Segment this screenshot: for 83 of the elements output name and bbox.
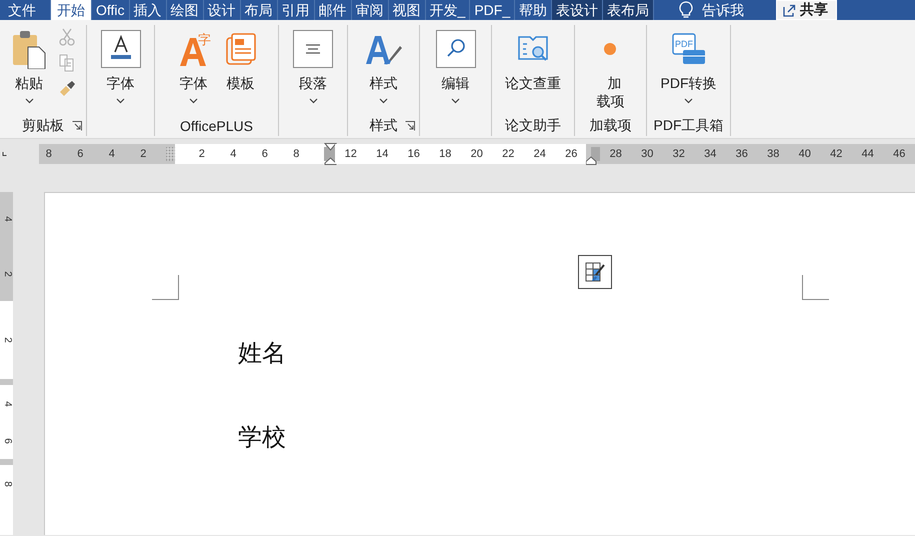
margin-corner-mark [802,275,829,300]
ruler-number: 22 [501,148,516,160]
share-icon [782,3,796,17]
chevron-down-icon [308,98,318,104]
ruler-number: 24 [532,148,547,160]
ribbon-button[interactable]: 字体 [98,25,142,116]
ruler-number: 2 [2,337,12,343]
paragraph-icon [293,30,333,68]
ribbon-button[interactable]: 模板 [222,25,260,116]
font-color-icon [100,30,140,68]
ruler-number: 6 [2,438,12,444]
ruler-number: 28 [608,148,623,160]
dialog-launcher-icon[interactable] [72,121,82,131]
ruler-number: 36 [734,148,749,160]
chevron-down-icon [379,98,388,104]
ribbon-button[interactable]: 编辑 [434,25,478,116]
ruler-number: 4 [108,148,116,160]
ribbon-button[interactable]: 段落 [291,25,335,116]
ribbon-button[interactable]: 粘贴 [9,25,49,116]
ribbon-button[interactable]: 加载项 [593,25,628,116]
tab-stop-icon [2,149,7,159]
ribbon-button[interactable]: 论文查重 [503,25,563,116]
ruler-number: 42 [829,148,844,160]
ruler-number: 8 [44,148,53,160]
ruler-margin-strip [0,379,13,385]
ribbon-button[interactable]: 字 字体 [174,25,214,116]
group-label: PDF工具箱 [654,117,724,135]
ribbon-tab[interactable]: 表布局 [603,0,654,20]
group-label: 剪贴板 [22,117,64,135]
ruler-number: 6 [76,148,84,160]
group-label: OfficePLUS [180,118,253,134]
ruler-number: 16 [406,148,421,160]
ruler-number: 14 [375,148,390,160]
ruler-number: 38 [766,148,780,160]
table-style-button[interactable] [578,255,612,289]
chevron-down-icon [24,98,34,104]
document-paragraph: 姓名 [238,340,287,368]
brush-icon [58,80,76,98]
chevron-down-icon [116,98,125,104]
chevron-down-icon [451,98,460,104]
lightbulb-icon [678,1,694,19]
margin-corner-mark [152,275,179,300]
ruler-number: 4 [2,400,12,406]
ruler-number: 46 [892,148,906,160]
ribbon-button[interactable]: 样式 [362,25,406,116]
ruler-number: 2 [139,148,148,160]
document-stack-icon [224,31,258,67]
ruler-number: 2 [198,148,206,160]
clipboard-icon [11,29,47,69]
share-button[interactable]: 共享 [776,0,838,20]
group-label: 加载项 [590,117,632,135]
ruler-number: 6 [260,148,269,160]
dialog-launcher-icon[interactable] [405,121,415,131]
dot-icon [603,42,618,56]
ruler-number: 44 [860,148,875,160]
ruler-number: 8 [2,481,12,487]
ruler-number: 18 [438,148,452,160]
ribbon-tab[interactable]: 开始 [51,0,92,20]
ruler-number: 12 [344,148,358,160]
ruler-number: 2 [2,270,12,277]
group-label: 论文助手 [505,117,561,135]
ruler-number: 4 [2,216,12,222]
ruler-number: 20 [470,148,484,160]
tell-me-search[interactable]: 告诉我 [702,0,744,20]
group-label: 样式 [370,117,398,135]
ruler-number: 32 [672,148,686,160]
ruler-number: 26 [564,148,578,160]
ruler-number: 30 [640,148,654,160]
scissors-icon [58,28,76,46]
ruler-number: 8 [292,148,300,160]
copy-icon [58,54,76,72]
ribbon-button[interactable]: PDF PDF转换 [658,25,718,116]
ruler-number: 4 [229,148,238,160]
ruler-number: 40 [798,148,812,160]
search-icon [436,30,476,68]
column-marker-icon [166,147,175,161]
chevron-down-icon [684,98,693,104]
table-brush-icon [583,260,607,284]
chevron-down-icon [189,98,198,104]
ruler-margin-strip [0,459,13,465]
document-paragraph: 学校 [238,424,287,452]
ribbon-tab[interactable]: 表设计 [552,0,604,20]
ruler-number: 34 [703,148,718,160]
